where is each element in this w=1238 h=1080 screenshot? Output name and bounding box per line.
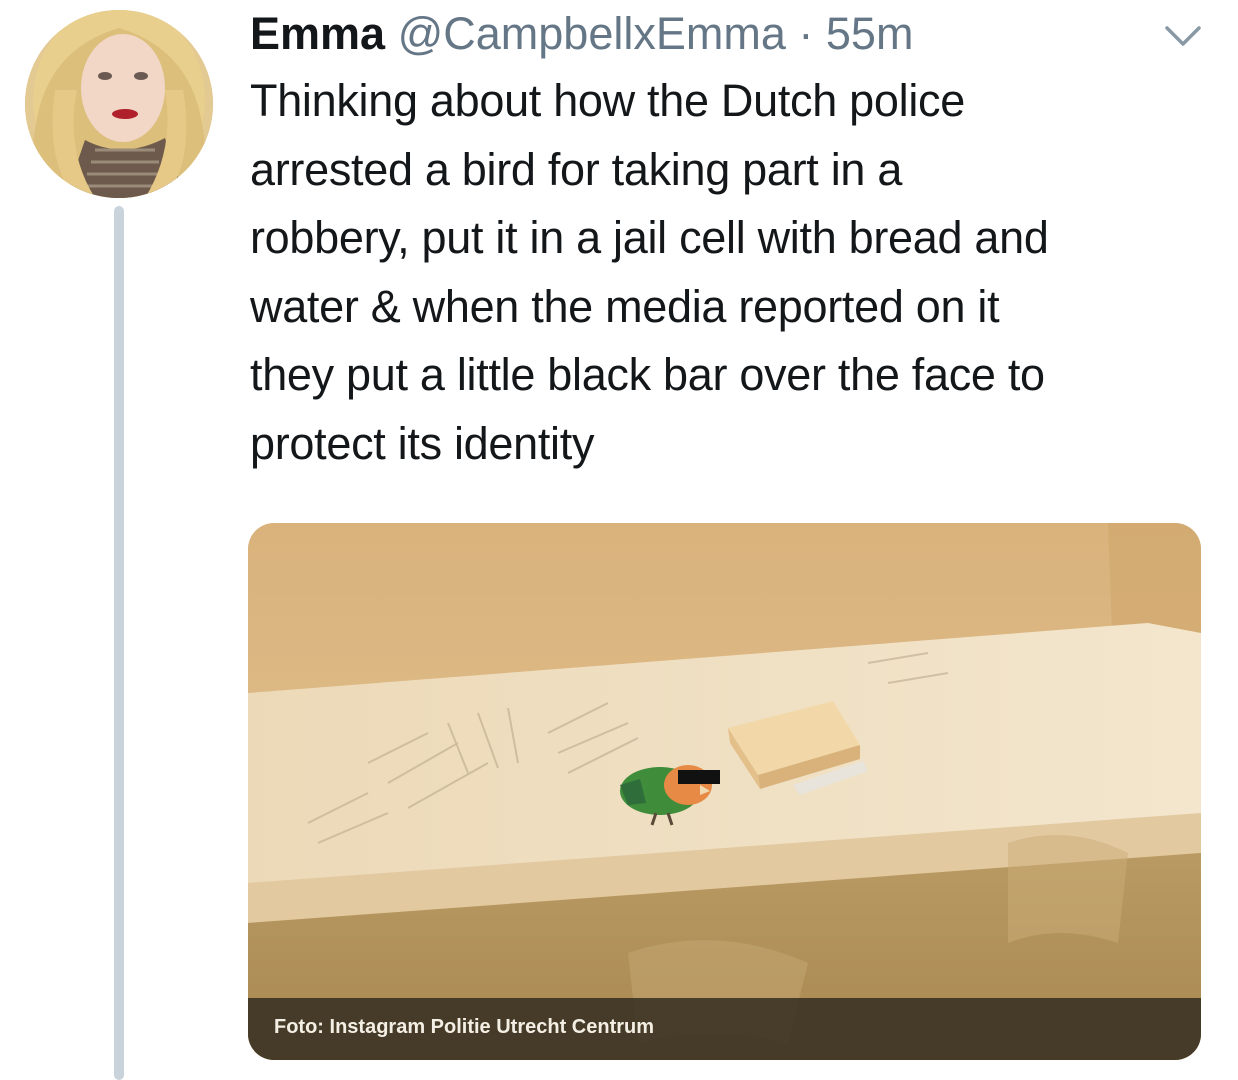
author-name[interactable]: Emma bbox=[250, 8, 385, 59]
tweet-text: Thinking about how the Dutch police arre… bbox=[250, 75, 1049, 469]
photo-caption-bar: Foto: Instagram Politie Utrecht Centrum bbox=[248, 998, 1201, 1060]
bird-photo bbox=[248, 523, 1201, 1060]
author-avatar[interactable] bbox=[25, 10, 213, 198]
photo-caption: Foto: Instagram Politie Utrecht Centrum bbox=[274, 1016, 655, 1038]
tweet-timestamp[interactable]: 55m bbox=[826, 8, 914, 59]
chevron-down-icon bbox=[1165, 26, 1201, 46]
tweet-media-photo[interactable]: Foto: Instagram Politie Utrecht Centrum bbox=[248, 523, 1201, 1060]
tweet-header: Emma @CampbellxEmma · 55m bbox=[250, 6, 913, 62]
tweet-options-button[interactable] bbox=[1163, 20, 1203, 50]
avatar-image bbox=[25, 10, 213, 198]
author-handle[interactable]: @CampbellxEmma bbox=[398, 8, 786, 59]
thread-connector-line bbox=[114, 206, 124, 1080]
header-separator: · bbox=[798, 8, 814, 59]
